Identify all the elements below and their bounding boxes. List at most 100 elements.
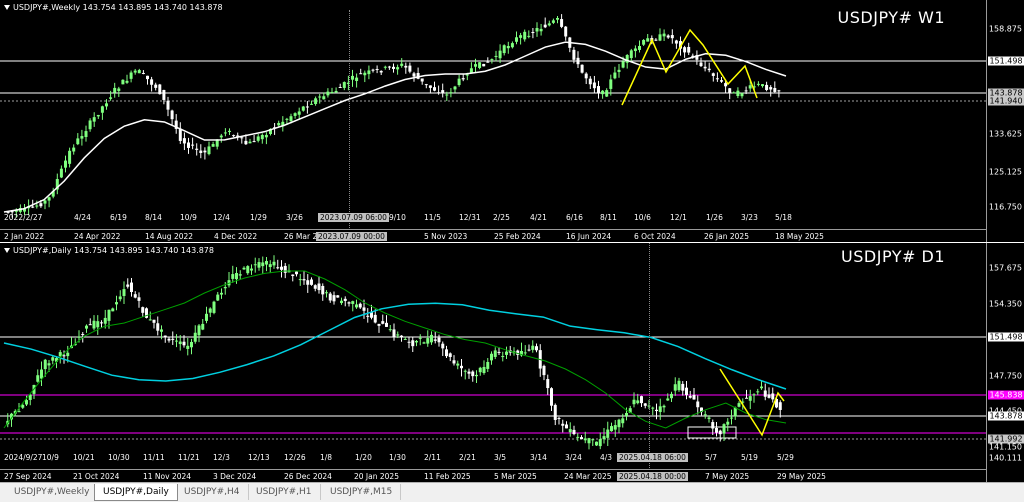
candle-body	[408, 65, 412, 72]
candle-body	[597, 86, 600, 94]
candle-body	[551, 20, 555, 23]
chart-tab[interactable]: USDJPY#,H1	[248, 484, 321, 500]
candle-body	[486, 61, 490, 63]
weekly-ohlc-text: USDJPY#,Weekly 143.754 143.895 143.740 1…	[13, 3, 223, 12]
candle-body	[415, 340, 418, 343]
candle-body	[617, 419, 621, 428]
candle-body	[351, 75, 354, 80]
candle-body	[584, 73, 588, 79]
candle-body	[765, 84, 769, 90]
candle-body	[191, 144, 195, 146]
candle-body	[125, 80, 129, 83]
candle-body	[437, 92, 441, 94]
weekly-price-scale[interactable]: 158.875 151.498 143.878 141.940 133.625 125.1…	[986, 0, 1024, 242]
daily-price-scale[interactable]: 157.675154.350151.498147.750145.838144.4…	[986, 243, 1024, 482]
candle-body	[59, 168, 63, 178]
weekly-bottom-date: 2023.07.09 00:00	[316, 232, 387, 241]
weekly-bottom-date: 5 Nov 2023	[424, 232, 468, 241]
candle-body	[100, 322, 103, 324]
candle-body	[301, 106, 305, 111]
candle-body	[43, 200, 47, 204]
weekly-top-date: 2022/2/27	[4, 213, 43, 222]
candle-body	[456, 363, 460, 366]
candle-body	[452, 360, 456, 364]
candle-body	[497, 351, 501, 353]
candle-body	[535, 346, 538, 351]
candle-body	[724, 83, 728, 87]
daily-chart-pane[interactable]: USDJPY#,Daily 143.754 143.895 143.740 14…	[0, 243, 1024, 482]
candle-body	[748, 85, 752, 89]
weekly-bottom-date: 4 Dec 2022	[214, 232, 258, 241]
candle-body	[683, 47, 687, 53]
candle-body	[420, 78, 424, 82]
weekly-price-tick: 158.875	[988, 24, 1022, 34]
dropdown-triangle-icon[interactable]	[4, 5, 10, 10]
candle-body	[400, 63, 404, 66]
candle-body	[756, 83, 760, 85]
candle-body	[482, 63, 486, 67]
weekly-candles	[6, 14, 781, 218]
candle-body	[726, 421, 730, 425]
candle-body	[92, 320, 96, 329]
daily-top-date: 3/5	[494, 453, 507, 462]
candle-body	[182, 341, 186, 346]
candle-body	[760, 386, 763, 389]
weekly-chart-pane[interactable]: USDJPY#,Weekly 143.754 143.895 143.740 1…	[0, 0, 1024, 242]
daily-plot-area[interactable]: USDJPY#,Daily 143.754 143.895 143.740 14…	[0, 243, 987, 482]
candle-body	[366, 315, 370, 317]
daily-top-date: 5/29	[777, 453, 794, 462]
candle-body	[494, 55, 498, 57]
candle-body	[658, 34, 662, 41]
candle-body	[232, 135, 236, 137]
daily-top-date: 1/8	[320, 453, 333, 462]
candle-body	[310, 279, 313, 285]
candle-body	[445, 349, 448, 357]
weekly-top-date: 4/21	[530, 213, 547, 222]
candle-body	[351, 301, 355, 304]
candle-body	[392, 329, 396, 337]
candle-body	[64, 160, 67, 168]
chart-tab[interactable]: USDJPY#,M15	[322, 484, 402, 500]
weekly-top-date: 6/19	[110, 213, 127, 222]
weekly-top-date: 1/26	[706, 213, 723, 222]
daily-top-date: 10/9	[42, 453, 59, 462]
weekly-bottom-date: 2 Jan 2022	[4, 232, 45, 241]
candle-body	[722, 424, 726, 434]
daily-bottom-date: 3 Dec 2024	[213, 472, 257, 481]
candle-body	[715, 78, 719, 80]
daily-top-date: 12/3	[213, 453, 230, 462]
candle-body	[460, 365, 463, 369]
weekly-top-date: 10/9	[180, 213, 197, 222]
daily-price-tick: 140.111	[988, 453, 1022, 463]
candle-body	[658, 406, 662, 412]
candle-body	[322, 96, 326, 100]
candle-body	[121, 79, 125, 85]
candle-body	[242, 267, 246, 270]
candle-body	[66, 352, 70, 357]
weekly-plot-area[interactable]: USDJPY#,Weekly 143.754 143.895 143.740 1…	[0, 0, 987, 242]
chart-tab[interactable]: USDJPY#,H4	[176, 484, 249, 500]
candle-body	[621, 61, 625, 68]
dropdown-triangle-icon[interactable]	[4, 248, 10, 253]
chart-tab[interactable]: USDJPY#,Weekly	[6, 484, 99, 500]
candle-body	[62, 355, 66, 357]
candle-body	[613, 72, 617, 79]
candle-body	[103, 317, 107, 324]
candle-body	[291, 274, 295, 277]
weekly-bottom-date: 18 May 2025	[775, 232, 824, 241]
candle-body	[170, 110, 174, 120]
candle-body	[730, 417, 733, 419]
candle-body	[778, 402, 782, 410]
candle-body	[752, 394, 756, 396]
weekly-price-chart	[0, 14, 987, 218]
candle-body	[715, 427, 718, 433]
candle-body	[277, 123, 281, 126]
chart-tab[interactable]: USDJPY#,Daily	[94, 484, 178, 501]
candle-body	[542, 365, 546, 376]
candle-body	[313, 285, 317, 289]
candle-body	[740, 93, 744, 97]
daily-top-date: 11/11	[143, 453, 165, 462]
candle-body	[340, 300, 343, 304]
candle-body	[150, 79, 154, 85]
candle-body	[178, 128, 182, 141]
